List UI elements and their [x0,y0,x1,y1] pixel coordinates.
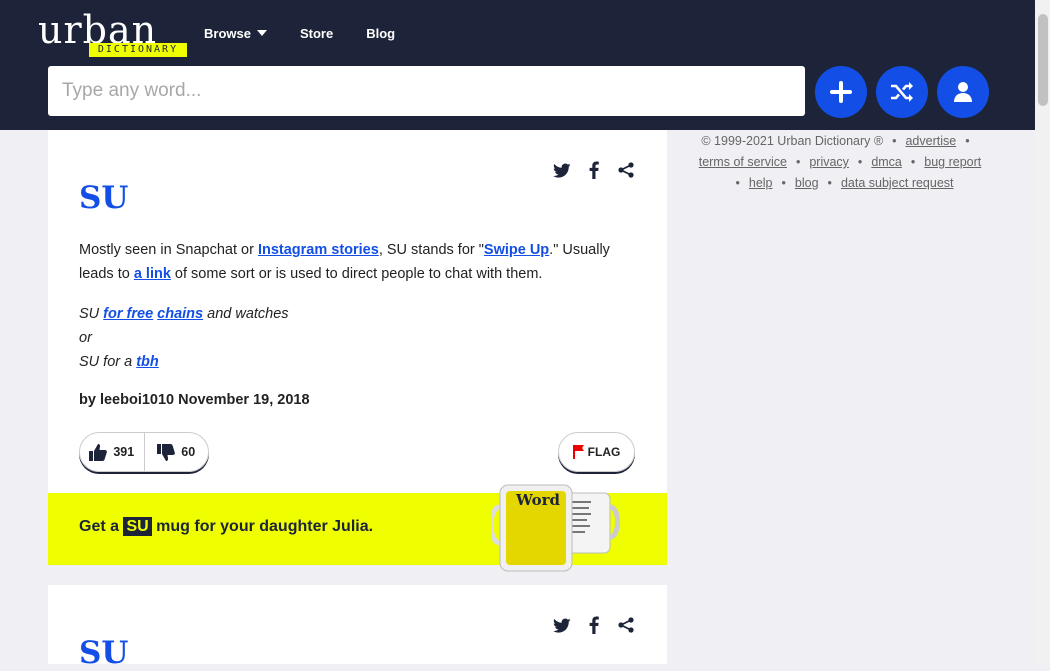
random-shuffle-icon [891,82,913,102]
contributor: by leeboi1010 November 19, 2018 [79,392,310,408]
nav-browse-label: Browse [204,25,251,41]
example-link[interactable]: for free [103,306,153,322]
example-text: and watches [203,306,289,322]
definition-example: SU for free chains and watches or SU for… [79,302,639,374]
footer-link-terms[interactable]: terms of service [699,155,787,169]
vote-box: 391 60 [79,432,209,472]
mug-text-post: mug for your daughter Julia. [151,518,374,535]
footer-link-bug-report[interactable]: bug report [924,155,981,169]
facebook-icon [589,616,599,634]
twitter-share-button[interactable] [553,161,571,179]
flag-label: FLAG [587,445,621,459]
thumbs-down-icon [157,443,176,461]
contributor-by: by [79,392,96,408]
meaning-link[interactable]: a link [134,266,171,282]
random-word-button[interactable] [876,66,928,118]
share-icon [618,162,634,178]
example-line: or [79,330,92,346]
twitter-icon [553,618,571,633]
definition-date: November 19, 2018 [178,392,310,408]
example-line: SU for a tbh [79,350,639,374]
definition-word[interactable]: SU [79,635,128,671]
upvote-button[interactable]: 391 [80,433,145,471]
footer-link-privacy[interactable]: privacy [809,155,849,169]
mug-label: Word [516,491,561,509]
nav-store[interactable]: Store [300,24,333,42]
upvote-count: 391 [113,445,135,459]
mug-text-pre: Get a [79,518,124,535]
scrollbar-thumb[interactable] [1038,14,1048,106]
urban-dictionary-logo[interactable]: urban DICTIONARY [38,8,190,58]
footer-links: © 1999-2021 Urban Dictionary ® • advertise… [698,134,982,190]
search-input[interactable] [48,66,805,116]
facebook-icon [589,161,599,179]
footer-link-blog[interactable]: blog [795,176,819,190]
example-text: SU [79,306,104,322]
thumbs-up-icon [89,443,108,461]
meaning-link[interactable]: Swipe Up [484,242,549,258]
facebook-share-button[interactable] [585,616,603,634]
flag-icon [572,445,584,459]
share-icon [618,617,634,633]
twitter-share-button[interactable] [553,616,571,634]
flag-button[interactable]: FLAG [558,432,635,472]
top-header: urban DICTIONARY Browse Store Blog [0,0,1035,130]
mug-promo-text: Get a SU mug for your daughter Julia. [79,517,374,536]
main-nav: Browse Store Blog [204,24,428,42]
caret-down-icon [256,30,267,36]
share-link-button[interactable] [617,616,635,634]
meaning-text: , SU stands for " [378,242,484,258]
facebook-share-button[interactable] [585,161,603,179]
definition-word[interactable]: SU [79,180,128,216]
add-icon [830,81,852,103]
meaning-text: Mostly seen in Snapchat or [79,242,258,258]
example-text: SU for a [79,354,137,370]
definition-meaning: Mostly seen in Snapchat or Instagram sto… [79,238,639,286]
page-scrollbar[interactable] [1035,0,1050,664]
example-line: SU for free chains and watches [79,302,639,326]
logo-subtitle: DICTIONARY [89,43,187,57]
downvote-count: 60 [181,445,196,459]
nav-browse[interactable]: Browse [204,24,267,42]
meaning-link[interactable]: Instagram stories [258,242,379,258]
example-link[interactable]: chains [157,306,203,322]
share-bar [553,616,635,634]
share-link-button[interactable] [617,161,635,179]
author-link[interactable]: leeboi1010 [100,392,174,408]
mug-image[interactable]: Word [488,481,622,575]
nav-blog[interactable]: Blog [366,24,395,42]
definition-card: SU [48,585,667,671]
example-link[interactable]: tbh [136,354,159,370]
mug-promo-banner[interactable]: Get a SU mug for your daughter Julia. Wo… [48,484,667,572]
user-account-button[interactable] [937,66,989,118]
downvote-button[interactable]: 60 [145,433,209,471]
mug-word-highlight: SU [123,517,152,536]
definition-card: SU Mostly seen in Snapchat or Instagram … [48,130,667,572]
meaning-text: of some sort or is used to direct people… [170,266,543,282]
footer-link-dmca[interactable]: dmca [871,155,902,169]
footer-link-help[interactable]: help [749,176,773,190]
footer-link-advertise[interactable]: advertise [905,134,956,148]
share-bar [553,161,635,179]
copyright-text: © 1999-2021 Urban Dictionary ® [701,134,884,148]
user-icon [954,82,972,102]
twitter-icon [553,163,571,178]
add-definition-button[interactable] [815,66,867,118]
footer-link-data-request[interactable]: data subject request [841,176,954,190]
